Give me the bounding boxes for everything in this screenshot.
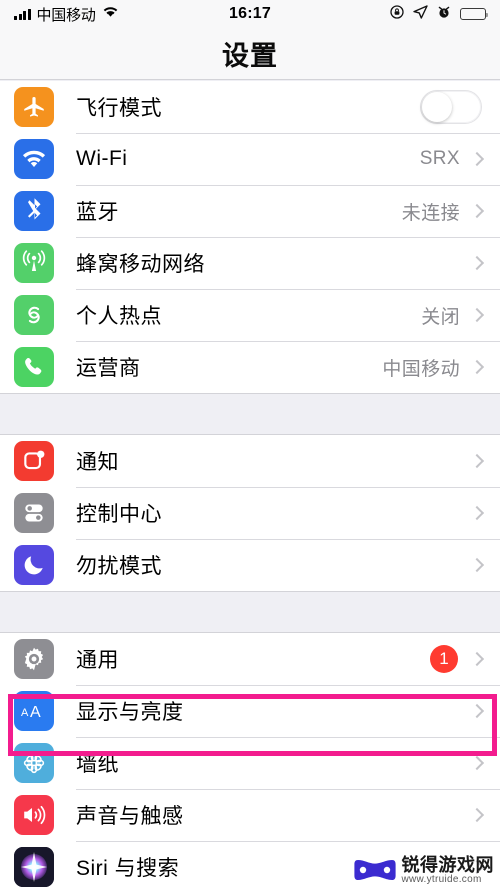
watermark-url: www.ytruide.com: [401, 873, 482, 885]
control-center-icon: [14, 493, 54, 533]
hotspot-icon: [14, 295, 54, 335]
chevron-right-icon: [469, 151, 485, 167]
do-not-disturb-icon: [14, 545, 54, 585]
settings-row-label: 运营商: [76, 357, 141, 380]
svg-text:A: A: [30, 704, 41, 721]
settings-row-wallpaper[interactable]: 墙纸: [0, 737, 500, 789]
settings-row-notifications[interactable]: 通知: [0, 435, 500, 487]
settings-group-connectivity: 飞行模式 Wi-Fi SRX 蓝牙 未连接 蜂窝移动网络 个人热点 关闭 运营商…: [0, 81, 500, 393]
settings-row-label: Wi-Fi: [76, 147, 128, 170]
site-watermark: 锐得游戏网 www.ytruide.com: [353, 854, 495, 885]
settings-row-label: 通用: [76, 649, 119, 672]
settings-row-label: 蜂窝移动网络: [76, 253, 205, 276]
settings-group-system: 通用 1 AA 显示与亮度 墙纸 声音与触感 Siri 与搜索: [0, 633, 500, 889]
battery-icon: [460, 8, 489, 20]
status-bar-clock: 16:17: [229, 5, 271, 22]
display-brightness-icon: AA: [14, 691, 54, 731]
navigation-bar: 设置: [0, 28, 500, 80]
cellular-icon: [14, 243, 54, 283]
settings-row-detail: SRX: [419, 148, 460, 169]
settings-row-control-center[interactable]: 控制中心: [0, 487, 500, 539]
chevron-right-icon: [469, 755, 485, 771]
airplane-mode-toggle[interactable]: [420, 90, 482, 124]
settings-list: 飞行模式 Wi-Fi SRX 蓝牙 未连接 蜂窝移动网络 个人热点 关闭 运营商…: [0, 81, 500, 889]
settings-row-label: 显示与亮度: [76, 701, 184, 724]
settings-row-cellular[interactable]: 蜂窝移动网络: [0, 237, 500, 289]
chevron-right-icon: [469, 505, 485, 521]
settings-row-detail: 未连接: [401, 202, 460, 224]
settings-row-airplane-mode[interactable]: 飞行模式: [0, 81, 500, 133]
siri-icon: [14, 847, 54, 887]
chevron-right-icon: [469, 307, 485, 323]
settings-row-carrier[interactable]: 运营商 中国移动: [0, 341, 500, 393]
chevron-right-icon: [469, 359, 485, 375]
chevron-right-icon: [469, 255, 485, 271]
section-separator: [0, 591, 500, 633]
settings-row-sounds-haptics[interactable]: 声音与触感: [0, 789, 500, 841]
settings-row-label: 通知: [76, 451, 119, 474]
settings-row-label: 声音与触感: [76, 805, 184, 828]
svg-text:A: A: [21, 707, 29, 719]
toggle-knob: [422, 92, 452, 122]
chevron-right-icon: [469, 203, 485, 219]
settings-row-label: 个人热点: [76, 305, 162, 328]
airplane-icon: [14, 87, 54, 127]
page-title: 设置: [222, 41, 278, 71]
settings-group-alerts: 通知 控制中心 勿扰模式: [0, 435, 500, 591]
settings-row-label: 控制中心: [76, 503, 162, 526]
wifi-icon: [14, 139, 54, 179]
settings-row-personal-hotspot[interactable]: 个人热点 关闭: [0, 289, 500, 341]
chevron-right-icon: [469, 807, 485, 823]
chevron-right-icon: [469, 453, 485, 469]
notifications-icon: [14, 441, 54, 481]
watermark-texts: 锐得游戏网 www.ytruide.com: [401, 854, 495, 885]
phone-icon: [14, 347, 54, 387]
settings-row-do-not-disturb[interactable]: 勿扰模式: [0, 539, 500, 591]
section-separator: [0, 393, 500, 435]
settings-row-bluetooth[interactable]: 蓝牙 未连接: [0, 185, 500, 237]
bluetooth-icon: [14, 191, 54, 231]
settings-row-label: 墙纸: [76, 753, 119, 776]
chevron-right-icon: [469, 703, 485, 719]
settings-row-detail: 中国移动: [382, 358, 460, 380]
gamepad-logo-icon: [353, 860, 396, 881]
chevron-right-icon: [469, 557, 485, 573]
watermark-title: 锐得游戏网: [401, 854, 494, 875]
settings-row-label: 勿扰模式: [76, 555, 162, 578]
gear-icon: [14, 639, 54, 679]
settings-row-general[interactable]: 通用 1: [0, 633, 500, 685]
settings-row-display-brightness[interactable]: AA 显示与亮度: [0, 685, 500, 737]
settings-row-wifi[interactable]: Wi-Fi SRX: [0, 133, 500, 185]
sounds-haptics-icon: [14, 795, 54, 835]
chevron-right-icon: [469, 651, 485, 667]
settings-row-label: 蓝牙: [76, 201, 119, 224]
wallpaper-icon: [14, 743, 54, 783]
settings-row-detail: 关闭: [421, 306, 460, 328]
iphone-settings-screen: 中国移动 16:17 设置 飞行模式 Wi-Fi SRX 蓝牙 未连接 蜂窝移动…: [0, 0, 500, 889]
status-badge: 1: [430, 645, 458, 673]
settings-row-label: 飞行模式: [76, 97, 162, 120]
status-bar: 中国移动 16:17: [0, 0, 500, 28]
